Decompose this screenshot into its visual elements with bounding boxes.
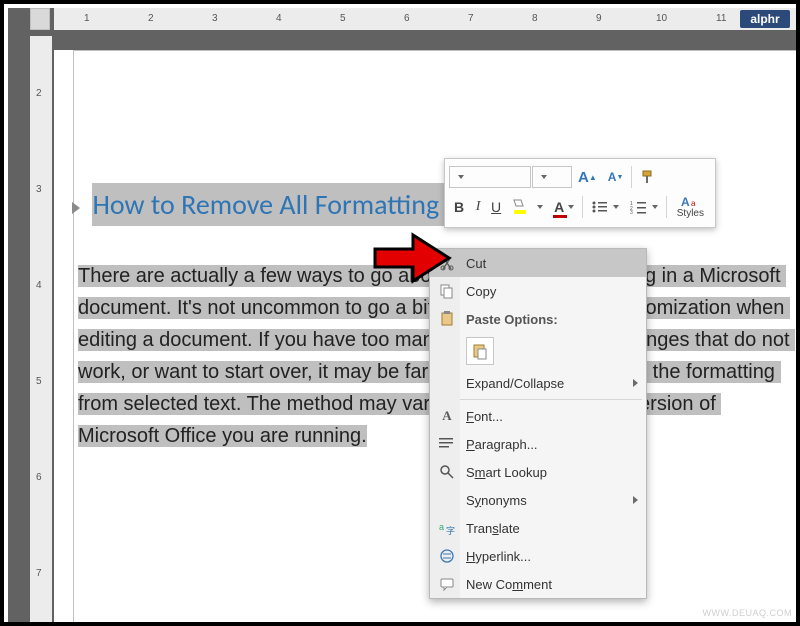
paste-keep-source-button[interactable] bbox=[466, 337, 494, 365]
svg-text:A: A bbox=[681, 196, 690, 208]
font-name-combo[interactable] bbox=[449, 166, 531, 188]
ctx-synonyms-label: Synonyms bbox=[466, 493, 625, 508]
font-color-button[interactable]: A bbox=[549, 194, 579, 220]
collapse-triangle-icon[interactable] bbox=[72, 202, 80, 214]
paintbrush-icon bbox=[640, 169, 656, 185]
ctx-font[interactable]: A Font... bbox=[430, 402, 646, 430]
ctx-paste-options-header: Paste Options: bbox=[430, 305, 646, 333]
svg-text:a: a bbox=[439, 522, 444, 532]
numbering-icon: 123 bbox=[630, 200, 648, 214]
ctx-paragraph[interactable]: Paragraph... bbox=[430, 430, 646, 458]
submenu-arrow-icon bbox=[633, 379, 638, 387]
ctx-hyperlink[interactable]: Hyperlink... bbox=[430, 542, 646, 570]
hruler-tick: 5 bbox=[340, 13, 346, 24]
link-icon bbox=[436, 548, 458, 564]
comment-icon bbox=[436, 576, 458, 592]
translate-icon: a字 bbox=[436, 520, 458, 536]
ctx-cut[interactable]: Cut bbox=[430, 249, 646, 277]
hruler-tick: 9 bbox=[596, 13, 602, 24]
numbering-button[interactable]: 123 bbox=[625, 194, 663, 220]
hruler-tick: 8 bbox=[532, 13, 538, 24]
ctx-synonyms[interactable]: Synonyms bbox=[430, 486, 646, 514]
hruler-tick: 3 bbox=[212, 13, 218, 24]
clipboard-icon bbox=[436, 311, 458, 327]
bullets-icon bbox=[591, 200, 609, 214]
watermark: WWW.DEUAQ.COM bbox=[703, 608, 793, 618]
styles-button[interactable]: Aa Styles bbox=[670, 192, 711, 222]
bold-button[interactable]: B bbox=[449, 194, 469, 220]
hruler-tick: 7 bbox=[468, 13, 474, 24]
ctx-translate[interactable]: a字 Translate bbox=[430, 514, 646, 542]
font-size-combo[interactable] bbox=[532, 166, 572, 188]
svg-text:字: 字 bbox=[446, 525, 455, 536]
shrink-font-button[interactable]: A▼ bbox=[603, 164, 629, 190]
ctx-paragraph-label: Paragraph... bbox=[466, 437, 638, 452]
vruler-tick: 7 bbox=[36, 568, 42, 579]
ctx-new-comment-label: New Comment bbox=[466, 577, 638, 592]
vertical-ruler[interactable]: 2 3 4 5 6 7 bbox=[30, 36, 52, 622]
vruler-tick: 6 bbox=[36, 472, 42, 483]
vruler-tick: 2 bbox=[36, 88, 42, 99]
ctx-copy[interactable]: Copy bbox=[430, 277, 646, 305]
hruler-tick: 4 bbox=[276, 13, 282, 24]
hruler-tick: 10 bbox=[656, 13, 667, 24]
submenu-arrow-icon bbox=[633, 496, 638, 504]
svg-text:3: 3 bbox=[630, 210, 633, 214]
clipboard-paste-icon bbox=[471, 342, 489, 360]
app-window: 2 3 4 5 6 7 1 2 3 4 5 6 7 8 9 10 11 12 a… bbox=[0, 0, 800, 626]
ctx-cut-label: Cut bbox=[466, 256, 638, 271]
bullets-button[interactable] bbox=[586, 194, 624, 220]
ctx-smart-lookup-label: Smart Lookup bbox=[466, 465, 638, 480]
hruler-tick: 6 bbox=[404, 13, 410, 24]
hruler-tick: 2 bbox=[148, 13, 154, 24]
ctx-copy-label: Copy bbox=[466, 284, 638, 299]
ctx-new-comment[interactable]: New Comment bbox=[430, 570, 646, 598]
font-letter-icon: A bbox=[436, 408, 458, 424]
highlight-icon bbox=[511, 198, 533, 216]
underline-button[interactable]: U bbox=[487, 194, 505, 220]
vruler-tick: 3 bbox=[36, 184, 42, 195]
vruler-tick: 5 bbox=[36, 376, 42, 387]
styles-icon: Aa bbox=[681, 196, 699, 208]
grow-font-button[interactable]: A▲ bbox=[573, 164, 602, 190]
ctx-expand-collapse[interactable]: Expand/Collapse bbox=[430, 369, 646, 397]
vruler-tick: 4 bbox=[36, 280, 42, 291]
ctx-translate-label: Translate bbox=[466, 521, 638, 536]
copy-icon bbox=[436, 283, 458, 299]
ctx-font-label: Font... bbox=[466, 409, 638, 424]
ctx-smart-lookup[interactable]: Smart Lookup bbox=[430, 458, 646, 486]
ruler-corner[interactable] bbox=[30, 8, 50, 30]
hruler-tick: 11 bbox=[716, 13, 726, 24]
page-gap bbox=[54, 30, 796, 50]
ctx-paste-options-label: Paste Options: bbox=[466, 312, 638, 327]
highlight-button[interactable] bbox=[506, 194, 548, 220]
search-icon bbox=[436, 464, 458, 480]
context-menu: Cut Copy Paste Options: Expand/Collapse bbox=[429, 248, 647, 599]
paragraph-icon bbox=[436, 437, 458, 451]
hruler-tick: 1 bbox=[84, 13, 90, 24]
ctx-hyperlink-label: Hyperlink... bbox=[466, 549, 638, 564]
italic-button[interactable]: I bbox=[470, 194, 486, 220]
svg-text:a: a bbox=[691, 199, 696, 208]
ctx-expand-collapse-label: Expand/Collapse bbox=[466, 376, 625, 391]
tutorial-arrow-icon bbox=[373, 231, 453, 285]
format-painter-button[interactable] bbox=[635, 164, 661, 190]
mini-toolbar: A▲ A▼ B I U A 123 bbox=[444, 158, 716, 228]
alphr-logo: alphr bbox=[740, 10, 790, 28]
horizontal-ruler[interactable]: 1 2 3 4 5 6 7 8 9 10 11 12 bbox=[54, 8, 796, 30]
ctx-paste-options-row bbox=[430, 333, 646, 369]
